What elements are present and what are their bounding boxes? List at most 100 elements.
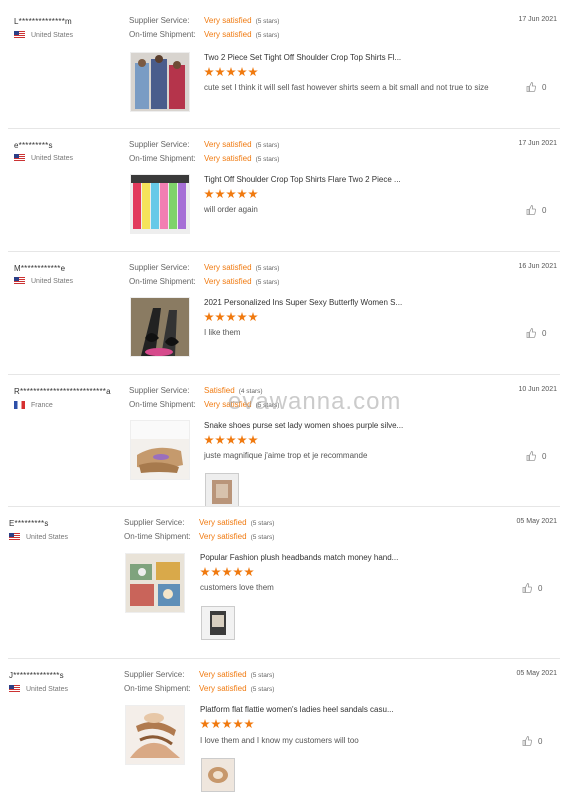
star-icon [226,189,236,199]
review-item: e*********s United States Supplier Servi… [0,128,565,251]
star-icon [237,312,247,322]
product-title-link[interactable]: Platform flat flattie women's ladies hee… [200,705,394,714]
star-icon [204,435,214,445]
flag-us-icon [9,533,20,541]
flag-us-icon [14,154,25,162]
review-photo[interactable] [205,473,239,507]
star-icon [222,719,232,729]
reviewer-name: L**************m [14,17,72,26]
review-comment: I love them and I know my customers will… [200,736,359,745]
product-thumbnail[interactable] [130,174,190,234]
star-icon [233,719,243,729]
reviewer-country: France [14,401,53,409]
thumbs-up-icon [526,451,536,461]
supplier-service-label: Supplier Service: [129,386,190,395]
country-label: United States [31,277,74,285]
reviewer-country: United States [9,533,68,541]
rating-meta: Supplier Service: Very satisfied (5 stars)… [124,668,274,696]
like-button[interactable]: 0 [526,451,546,461]
shipment-value: Very satisfied [199,532,247,541]
review-item: L**************m United States Supplier … [0,0,565,128]
country-label: France [31,401,53,409]
star-rating [200,567,254,577]
star-icon [226,67,236,77]
shipment-stars: (5 stars) [250,686,275,693]
supplier-stars: (5 stars) [255,18,280,25]
thumbs-up-icon [526,82,536,92]
shipment-label: On-time Shipment: [129,30,196,39]
star-rating [204,312,258,322]
like-button[interactable]: 0 [522,583,542,593]
product-title-link[interactable]: Tight Off Shoulder Crop Top Shirts Flare… [204,175,401,184]
star-icon [211,567,221,577]
shipment-stars: (5 stars) [255,156,280,163]
star-icon [244,719,254,729]
star-icon [248,435,258,445]
product-thumbnail[interactable] [130,297,190,357]
shipment-stars: (5 stars) [255,32,280,39]
star-icon [200,567,210,577]
shipment-value: Very satisfied [204,154,252,163]
product-title-link[interactable]: Snake shoes purse set lady women shoes p… [204,421,403,430]
like-button[interactable]: 0 [526,328,546,338]
rating-meta: Supplier Service: Very satisfied (5 stars)… [124,516,274,544]
review-comment: I like them [204,328,241,337]
country-label: United States [31,154,74,162]
star-rating [204,435,258,445]
product-title-link[interactable]: Popular Fashion plush headbands match mo… [200,553,398,562]
supplier-service-value: Very satisfied [204,140,252,149]
supplier-service-label: Supplier Service: [129,140,190,149]
star-icon [204,312,214,322]
review-photo[interactable] [201,606,235,640]
review-photo[interactable] [201,758,235,792]
star-icon [226,312,236,322]
review-date: 16 Jun 2021 [518,263,557,270]
country-label: United States [31,31,74,39]
star-icon [226,435,236,445]
star-icon [237,189,247,199]
reviewer-name: M************e [14,264,66,273]
product-thumbnail[interactable] [125,705,185,765]
like-count: 0 [538,583,543,593]
review-date: 17 Jun 2021 [518,140,557,147]
product-title-link[interactable]: Two 2 Piece Set Tight Off Shoulder Crop … [204,53,401,62]
review-comment: cute set I think it will sell fast howev… [204,83,489,92]
like-button[interactable]: 0 [522,736,542,746]
product-thumbnail[interactable] [130,420,190,480]
star-icon [248,189,258,199]
supplier-service-label: Supplier Service: [124,670,185,679]
star-icon [215,189,225,199]
flag-france-icon [14,401,25,409]
review-comment: will order again [204,205,258,214]
star-rating [200,719,254,729]
review-comment: juste magnifique j'aime trop et je recom… [204,451,368,460]
reviewer-country: United States [9,685,68,693]
star-rating [204,67,258,77]
product-title-link[interactable]: 2021 Personalized Ins Super Sexy Butterf… [204,298,402,307]
flag-us-icon [14,277,25,285]
like-count: 0 [542,205,547,215]
shipment-label: On-time Shipment: [129,154,196,163]
star-icon [215,67,225,77]
review-item: M************e United States Supplier Se… [0,251,565,374]
product-thumbnail[interactable] [125,553,185,613]
country-label: United States [26,533,69,541]
star-icon [233,567,243,577]
shipment-label: On-time Shipment: [124,684,191,693]
like-button[interactable]: 0 [526,205,546,215]
review-item: E*********s United States Supplier Servi… [0,506,565,658]
reviewer-country: United States [14,31,73,39]
shipment-value: Very satisfied [204,30,252,39]
product-thumbnail[interactable] [130,52,190,112]
flag-us-icon [14,31,25,39]
shipment-label: On-time Shipment: [129,400,196,409]
reviewer-name: R**************************a [14,387,111,396]
review-date: 05 May 2021 [516,670,557,677]
like-button[interactable]: 0 [526,82,546,92]
shipment-label: On-time Shipment: [124,532,191,541]
flag-us-icon [9,685,20,693]
review-item: J**************s United States Supplier … [0,658,565,800]
star-icon [215,312,225,322]
star-icon [248,67,258,77]
star-icon [215,435,225,445]
